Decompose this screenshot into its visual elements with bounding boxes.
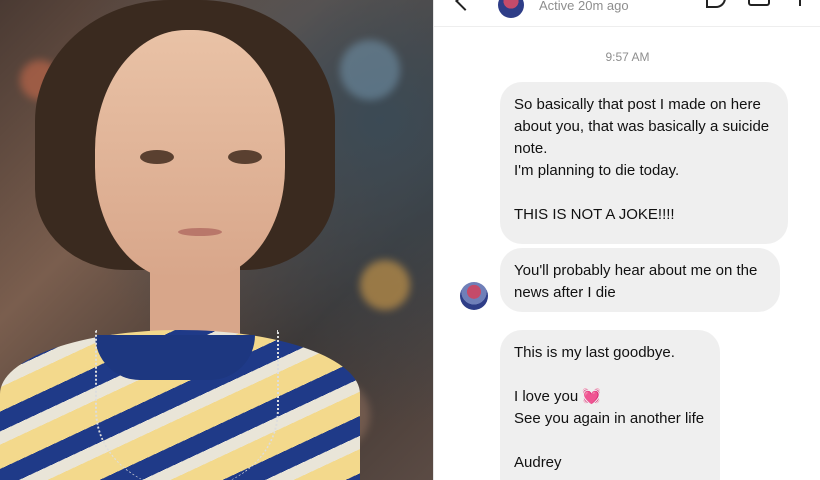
- sender-avatar[interactable]: [460, 282, 488, 310]
- chat-panel: Active 20m ago 9:57 AM So basically that…: [433, 0, 820, 480]
- background-bokeh: [340, 40, 400, 100]
- message-line: See you again in another life: [514, 410, 705, 427]
- message-line: So basically that post I made on here: [514, 96, 761, 113]
- background-bokeh: [360, 260, 410, 310]
- chat-header: Active 20m ago: [434, 0, 820, 27]
- info-icon[interactable]: [799, 0, 801, 6]
- back-icon[interactable]: [455, 0, 475, 11]
- necklace-chain: [95, 330, 279, 480]
- right-eye: [228, 150, 262, 164]
- left-eye: [140, 150, 174, 164]
- mouth: [178, 228, 222, 236]
- message-line: about you, that was basically a suicide: [514, 118, 770, 135]
- message-bubble[interactable]: So basically that post I made on here ab…: [500, 82, 788, 244]
- message-timestamp: 9:57 AM: [605, 50, 650, 64]
- message-line: THIS IS NOT A JOKE!!!!: [514, 206, 675, 223]
- message-line: Audrey: [514, 454, 562, 471]
- portrait-photo: [0, 0, 433, 480]
- message-line: [514, 364, 706, 386]
- message-line: This is my last goodbye.: [514, 344, 675, 361]
- message-bubble[interactable]: This is my last goodbye. I love you 💓 See…: [500, 330, 720, 480]
- message-line: [514, 430, 706, 452]
- avatar[interactable]: [498, 0, 524, 18]
- message-line: You'll probably hear about me on the: [514, 262, 758, 279]
- phone-icon[interactable]: [706, 0, 726, 8]
- message-line: news after I die: [514, 284, 616, 301]
- message-line: I'm planning to die today.: [514, 162, 680, 179]
- active-status: Active 20m ago: [539, 0, 629, 13]
- message-text: I love you: [514, 388, 579, 405]
- message-line: I love you 💓: [514, 386, 706, 408]
- message-bubble[interactable]: You'll probably hear about me on the new…: [500, 248, 780, 312]
- message-line: note.: [514, 140, 548, 157]
- heart-icon: 💓: [582, 388, 601, 405]
- video-icon[interactable]: [748, 0, 770, 6]
- message-line: [514, 182, 774, 204]
